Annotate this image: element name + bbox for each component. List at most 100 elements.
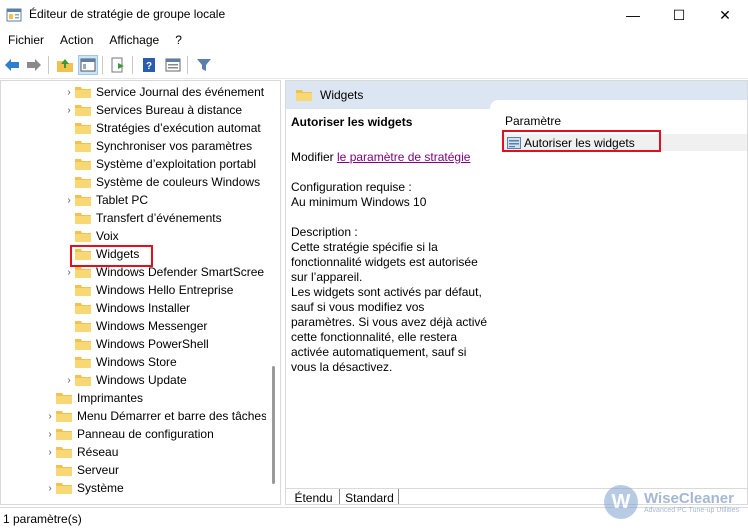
expand-arrow-icon[interactable]: › (44, 483, 56, 494)
title-bar: Éditeur de stratégie de groupe locale — … (0, 0, 748, 30)
column-header-setting[interactable]: Paramètre (505, 114, 561, 128)
tab-etendu[interactable]: Étendu (288, 489, 340, 504)
description-label: Description : (291, 225, 358, 239)
tree-item[interactable]: › Tablet PC (63, 191, 148, 209)
maximize-button[interactable]: ☐ (656, 0, 702, 30)
tree-item-label: Stratégies d’exécution automat (96, 121, 261, 135)
up-folder-icon[interactable] (55, 55, 75, 75)
expand-arrow-icon[interactable]: › (63, 375, 75, 386)
tree-item-label: Transfert d’événements (96, 211, 222, 225)
tree-item-label: Windows Defender SmartScree (96, 265, 265, 279)
folder-icon (296, 89, 312, 101)
tree-item[interactable]: Système de couleurs Windows (63, 173, 260, 191)
folder-icon (75, 122, 91, 134)
forward-icon[interactable] (24, 55, 44, 75)
toolbar: ? (0, 51, 748, 79)
gpedit-app-icon (6, 7, 22, 23)
tree-item-label: Panneau de configuration (77, 427, 214, 441)
policy-description-panel: Autoriser les widgets Modifier le paramè… (291, 115, 491, 375)
tree-item[interactable]: Windows Store (63, 353, 177, 371)
watermark-brand: WiseCleaner (644, 490, 734, 507)
requirements-value: Au minimum Windows 10 (291, 195, 427, 209)
tree-item[interactable]: › Services Bureau à distance (63, 101, 242, 119)
tree-item[interactable]: › Service Journal des événement (63, 83, 264, 101)
folder-icon (75, 212, 91, 224)
wisecleaner-logo-icon: W (604, 485, 638, 519)
tree-item[interactable]: › Réseau (44, 443, 118, 461)
tree-item[interactable]: Synchroniser vos paramètres (63, 137, 252, 155)
folder-icon (75, 230, 91, 242)
close-button[interactable]: ✕ (702, 0, 748, 30)
tree-item[interactable]: Windows Hello Entreprise (63, 281, 233, 299)
tree-item[interactable]: Windows Installer (63, 299, 190, 317)
tree-item-label: Service Journal des événement (96, 85, 265, 99)
show-hide-tree-icon[interactable] (78, 55, 98, 75)
minimize-button[interactable]: — (610, 0, 656, 30)
folder-icon (75, 104, 91, 116)
tree-item[interactable]: › Panneau de configuration (44, 425, 214, 443)
menu-fichier[interactable]: Fichier (0, 33, 52, 47)
expand-arrow-icon[interactable]: › (44, 429, 56, 440)
folder-icon (75, 338, 91, 350)
help-icon[interactable]: ? (139, 55, 159, 75)
tree-item-label: Voix (96, 229, 119, 243)
tree-item-label: Imprimantes (77, 391, 144, 405)
setting-highlight-box (502, 130, 661, 152)
requirements-label: Configuration requise : (291, 180, 412, 194)
folder-icon (75, 176, 91, 188)
description-text: Cette stratégie spécifie si la fonctionn… (291, 240, 478, 284)
folder-icon (75, 266, 91, 278)
tree-item[interactable]: Stratégies d’exécution automat (63, 119, 261, 137)
filter-icon[interactable] (194, 55, 214, 75)
tree-item-label: Système (77, 481, 124, 495)
expand-arrow-icon[interactable]: › (44, 447, 56, 458)
expand-arrow-icon[interactable]: › (63, 105, 75, 116)
modify-prefix: Modifier (291, 150, 338, 164)
status-text: 1 paramètre(s) (3, 512, 82, 526)
watermark-tagline: Advanced PC Tune-up Utilities (644, 507, 739, 514)
expand-arrow-icon[interactable]: › (63, 195, 75, 206)
settings-list: Paramètre Autoriser les widgets (490, 100, 747, 490)
export-list-icon[interactable] (108, 55, 128, 75)
tree-item[interactable]: Serveur (44, 461, 119, 479)
back-icon[interactable] (2, 55, 22, 75)
tree-item[interactable]: › Windows Update (63, 371, 187, 389)
menu-help[interactable]: ? (167, 33, 190, 47)
tree-item-label: Synchroniser vos paramètres (96, 139, 253, 153)
wisecleaner-watermark: W WiseCleaner Advanced PC Tune-up Utilit… (604, 482, 746, 522)
tree-item[interactable]: Imprimantes (44, 389, 143, 407)
expand-arrow-icon[interactable]: › (63, 87, 75, 98)
tree-item-label: Services Bureau à distance (96, 103, 243, 117)
tree-item[interactable]: Système d’exploitation portabl (63, 155, 256, 173)
tree-item-label: Windows Update (96, 373, 187, 387)
tree-item[interactable]: Windows Messenger (63, 317, 207, 335)
folder-icon (75, 158, 91, 170)
edit-policy-link[interactable]: le paramètre de stratégie (337, 150, 470, 164)
tree-pane[interactable]: › Service Journal des événement › Servic… (0, 80, 281, 505)
tree-item[interactable]: Transfert d’événements (63, 209, 222, 227)
tree-item[interactable]: Voix (63, 227, 119, 245)
folder-icon (75, 284, 91, 296)
tree-item-label: Menu Démarrer et barre des tâches (77, 409, 268, 423)
expand-arrow-icon[interactable]: › (44, 411, 56, 422)
tab-standard[interactable]: Standard (341, 489, 399, 504)
description-text-2: Les widgets sont activés par défaut, sau… (291, 285, 488, 374)
tree-item[interactable]: › Système (44, 479, 124, 497)
folder-icon (56, 446, 72, 458)
tree-item-label: Windows Messenger (96, 319, 208, 333)
menu-action[interactable]: Action (52, 33, 101, 47)
widgets-highlight-box (70, 245, 153, 267)
menu-affichage[interactable]: Affichage (101, 33, 167, 47)
tree-item[interactable]: Windows PowerShell (63, 335, 209, 353)
tree-item[interactable]: › Menu Démarrer et barre des tâches (44, 407, 267, 425)
properties-icon[interactable] (163, 55, 183, 75)
tree-item-label: Système d’exploitation portabl (96, 157, 257, 171)
svg-text:?: ? (146, 61, 152, 72)
expand-arrow-icon[interactable]: › (63, 267, 75, 278)
scrollbar-thumb[interactable] (272, 366, 275, 484)
folder-icon (75, 86, 91, 98)
tree-item-label: Windows PowerShell (96, 337, 209, 351)
policy-title: Autoriser les widgets (291, 115, 413, 129)
folder-icon (56, 464, 72, 476)
tree-scrollbar[interactable] (266, 81, 280, 504)
